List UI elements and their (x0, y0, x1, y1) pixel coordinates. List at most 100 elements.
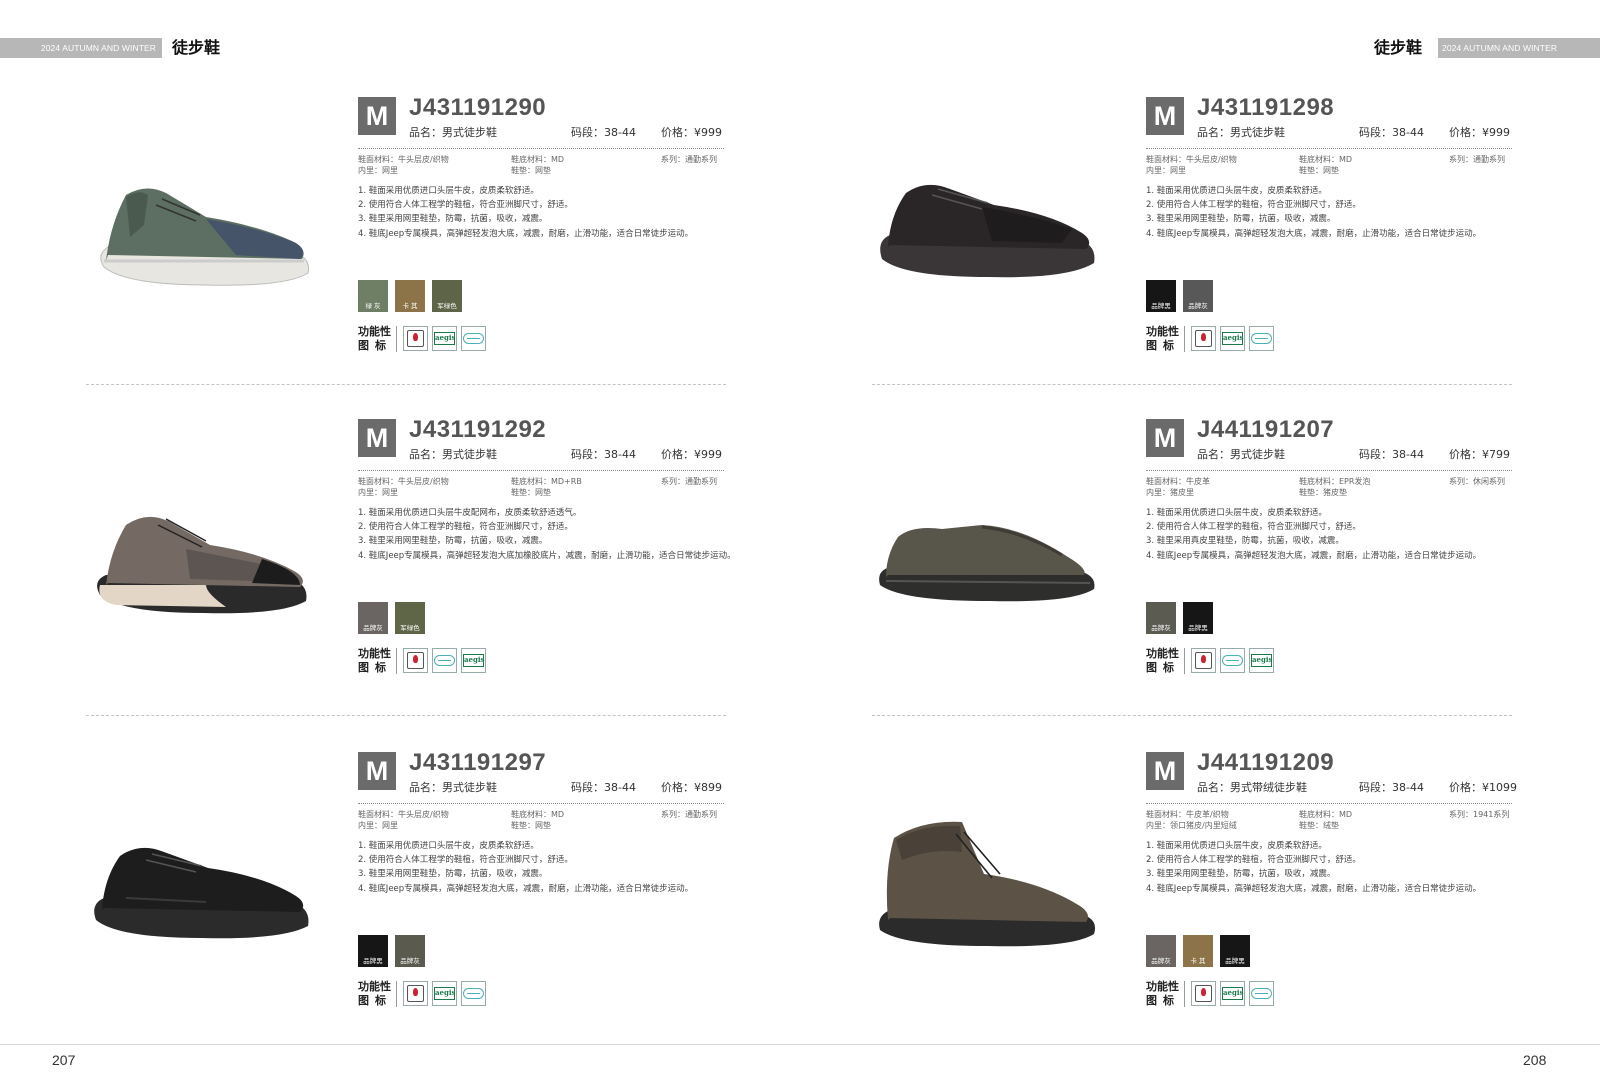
function-icons-label: 功能性 图标 (358, 325, 398, 353)
function-icons-label: 功能性 图标 (358, 980, 398, 1008)
product-card: M J431191297 品名：男式徒步鞋 码段：38-44 价格：¥899 鞋… (0, 0, 800, 1007)
function-icons: aegis (403, 326, 486, 351)
function-icons: aegis (1191, 326, 1274, 351)
feature-line: 1. 鞋面采用优质进口头层牛皮，皮质柔软舒适。 (1146, 841, 1327, 851)
product-series: 系列：1941系列 (1449, 810, 1510, 819)
function-divider (396, 981, 397, 1007)
function-icons: aegis (403, 648, 486, 673)
gender-badge: M (1146, 752, 1184, 790)
color-swatch[interactable]: 品牌黑 (1220, 935, 1250, 967)
feature-line: 1. 鞋面采用优质进口头层牛皮，皮质柔软舒适。 (1146, 508, 1327, 518)
feature-line: 4. 鞋底Jeep专属模具，高弹超轻发泡大底加橡胶底片，减震，耐磨，止滑功能，适… (358, 550, 736, 561)
product-image (86, 812, 316, 952)
feature-list: 1. 鞋面采用优质进口头层牛皮，皮质柔软舒适。 2. 使用符合人体工程学的鞋楦，符… (1146, 839, 1481, 896)
feature-line: 1. 鞋面采用优质进口头层牛皮配网布，皮质柔软舒适透气。 (358, 508, 582, 518)
feature-line: 2. 使用符合人体工程学的鞋楦，符合亚洲脚尺寸，舒适。 (358, 855, 573, 866)
feature-line: 4. 鞋底Jeep专属模具，高弹超轻发泡大底，减震，耐磨，止滑功能，适合日常徒步… (358, 883, 694, 894)
size-range: 码段：38-44 (571, 781, 636, 794)
lining-material: 内里：网里 (358, 488, 398, 497)
function-divider (1184, 981, 1185, 1007)
page-number: 207 (52, 1052, 76, 1068)
color-swatch[interactable]: 卡 其 (1183, 935, 1213, 967)
product-name: 品名：男式徒步鞋 (1197, 448, 1285, 461)
color-swatches: 品牌灰 品牌黑 (1146, 602, 1213, 634)
feature-line: 3. 鞋里采用网里鞋垫，防霉，抗菌，吸收，减震。 (358, 536, 548, 547)
fire-retardant-icon (403, 648, 428, 673)
dotted-divider (358, 803, 724, 804)
breathable-wave-icon (1249, 326, 1274, 351)
function-divider (396, 326, 397, 352)
right-page: 2024 AUTUMN AND WINTER 徒步鞋 208 M J431191… (800, 0, 1600, 1092)
function-icons-label: 功能性 图标 (1146, 980, 1186, 1008)
function-label-line2: 图标 (1146, 339, 1180, 352)
sole-material: 鞋底材料：MD+RB (511, 477, 582, 486)
feature-line: 3. 鞋里采用真皮里鞋垫，防霉，抗菌，吸收，减震。 (1146, 536, 1344, 547)
color-label: 卡 其 (1190, 957, 1206, 965)
function-label-line1: 功能性 (1146, 980, 1179, 993)
product-series: 系列：通勤系列 (661, 477, 717, 486)
price: 价格：¥799 (1449, 448, 1510, 461)
aegis-antibacterial-icon: aegis (1220, 981, 1245, 1006)
sole-material: 鞋底材料：EPR发泡 (1299, 477, 1371, 486)
color-label: 品牌灰 (1188, 302, 1208, 310)
color-label: 军绿色 (437, 302, 457, 310)
size-range: 码段：38-44 (1359, 448, 1424, 461)
feature-list: 1. 鞋面采用优质进口头层牛皮，皮质柔软舒适。 2. 使用符合人体工程学的鞋楦，符… (1146, 506, 1481, 563)
color-swatch[interactable]: 品牌黑 (358, 935, 388, 967)
insole-material: 鞋垫：网垫 (511, 488, 551, 497)
color-label: 军绿色 (400, 624, 420, 632)
upper-material: 鞋面材料：牛皮革 (1146, 477, 1210, 486)
color-label: 卡 其 (402, 302, 418, 310)
footer-rule (0, 1044, 800, 1045)
color-swatch[interactable]: 品牌黑 (1183, 602, 1213, 634)
gender-badge: M (1146, 419, 1184, 457)
aegis-antibacterial-icon: aegis (461, 648, 486, 673)
function-icons: aegis (1191, 981, 1274, 1006)
color-swatch[interactable]: 品牌灰 (1146, 602, 1176, 634)
sole-material: 鞋底材料：MD (1299, 810, 1353, 819)
color-swatch[interactable]: 品牌灰 (358, 602, 388, 634)
feature-line: 2. 使用符合人体工程学的鞋楦，符合亚洲脚尺寸，舒适。 (1146, 522, 1361, 533)
insole-material: 鞋垫：网垫 (511, 821, 551, 830)
gender-badge: M (358, 752, 396, 790)
size-range: 码段：38-44 (571, 448, 636, 461)
fire-retardant-icon (403, 981, 428, 1006)
function-label-line1: 功能性 (358, 325, 391, 338)
product-name: 品名：男式徒步鞋 (409, 448, 497, 461)
feature-list: 1. 鞋面采用优质进口头层牛皮，皮质柔软舒适。 2. 使用符合人体工程学的鞋楦，符… (358, 839, 693, 896)
color-label: 品牌灰 (1151, 624, 1171, 632)
product-series: 系列：休闲系列 (1449, 477, 1505, 486)
feature-line: 4. 鞋底Jeep专属模具，高弹超轻发泡大底，减震，耐磨，止滑功能，适合日常徒步… (1146, 883, 1482, 894)
color-label: 绿 灰 (365, 302, 381, 310)
dotted-divider (1146, 803, 1512, 804)
function-divider (1184, 648, 1185, 674)
color-swatch[interactable]: 品牌灰 (395, 935, 425, 967)
product-separator (86, 715, 726, 716)
function-divider (396, 648, 397, 674)
function-icons: aegis (1191, 648, 1274, 673)
color-swatch[interactable]: 军绿色 (395, 602, 425, 634)
color-swatch[interactable]: 品牌灰 (1146, 935, 1176, 967)
aegis-antibacterial-icon: aegis (432, 981, 457, 1006)
dotted-divider (1146, 470, 1512, 471)
fire-retardant-icon (403, 326, 428, 351)
product-image (872, 485, 1102, 625)
product-code: J441191209 (1197, 749, 1335, 776)
feature-line: 3. 鞋里采用网里鞋垫，防霉，抗菌，吸收，减震。 (358, 869, 548, 880)
lining-material: 内里：猪皮里 (1146, 488, 1194, 497)
aegis-antibacterial-icon: aegis (432, 326, 457, 351)
function-divider (1184, 326, 1185, 352)
price: 价格：¥899 (661, 781, 722, 794)
feature-line: 3. 鞋里采用网里鞋垫，防霉，抗菌，吸收，减震。 (1146, 869, 1336, 880)
fire-retardant-icon (1191, 648, 1216, 673)
function-label-line2: 图标 (1146, 994, 1180, 1007)
price: 价格：¥999 (661, 448, 722, 461)
page-number: 208 (1523, 1052, 1547, 1068)
upper-material: 鞋面材料：牛头层皮/织物 (358, 477, 449, 486)
product-name: 品名：男式带绒徒步鞋 (1197, 781, 1307, 794)
upper-material: 鞋面材料：牛头层皮/织物 (358, 810, 449, 819)
lining-material: 内里：网里 (358, 821, 398, 830)
dotted-divider (358, 470, 724, 471)
breathable-wave-icon (1220, 648, 1245, 673)
breathable-wave-icon (1249, 981, 1274, 1006)
